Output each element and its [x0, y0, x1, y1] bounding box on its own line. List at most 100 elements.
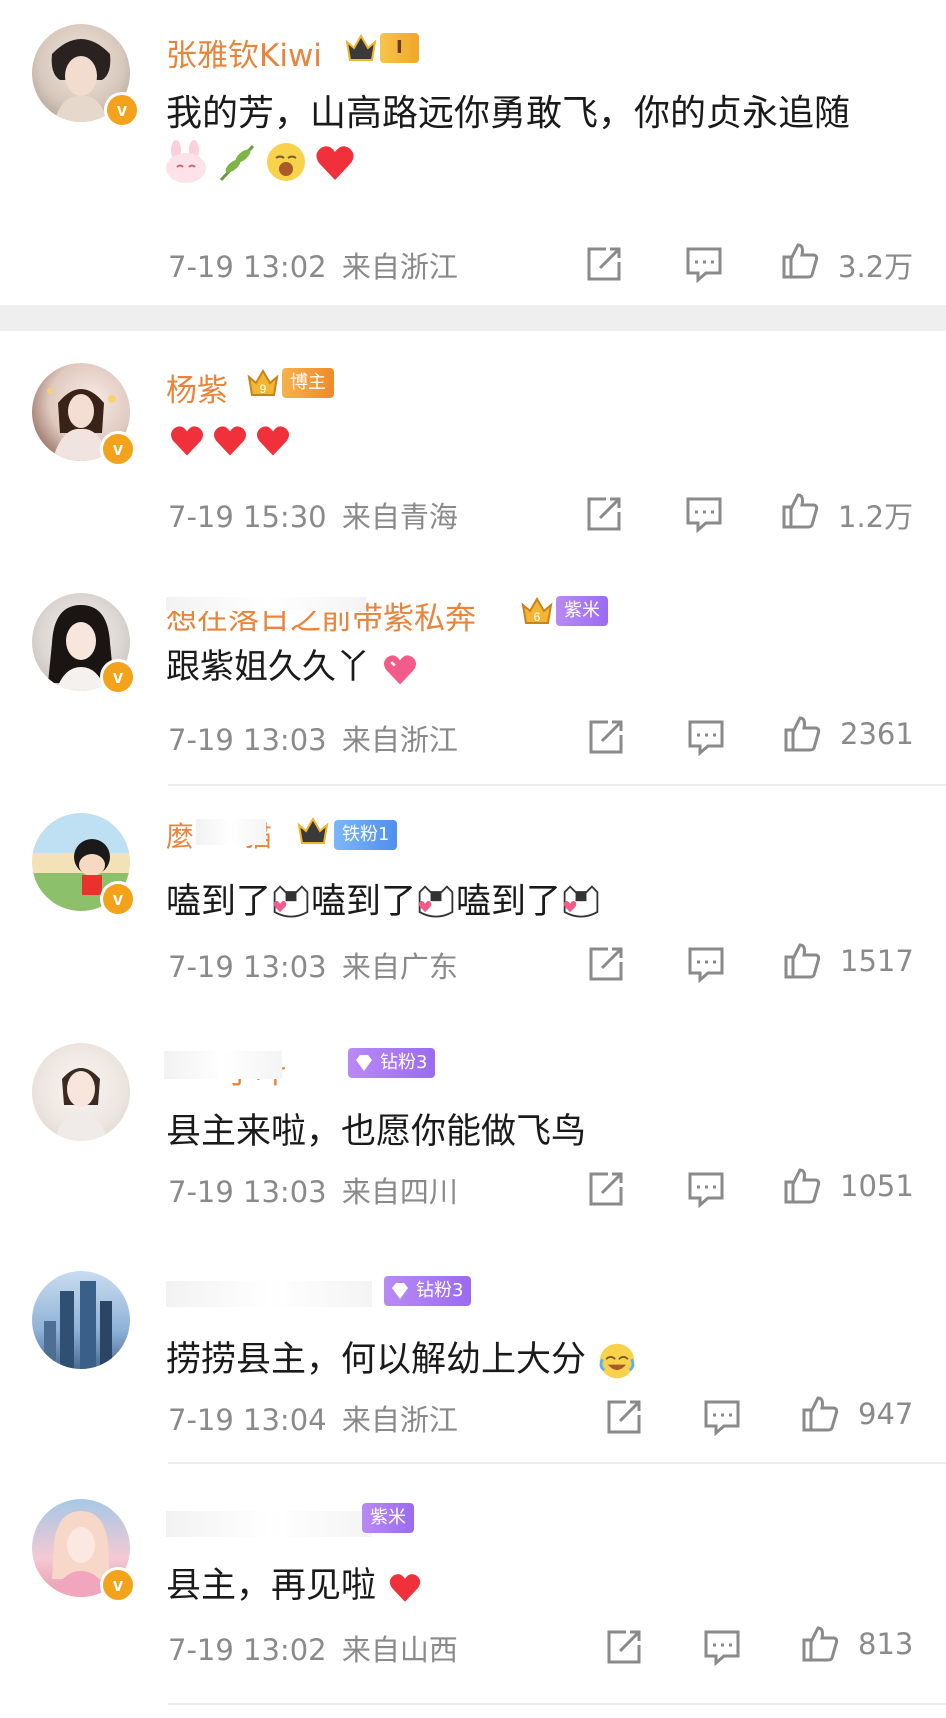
- like-count: 813: [858, 1627, 914, 1661]
- like-count: 1051: [840, 1169, 914, 1203]
- reply-icon[interactable]: [684, 244, 724, 284]
- blur-overlay: [196, 819, 266, 845]
- location: 来自浙江: [341, 723, 458, 757]
- comment-meta: 7-19 13:02 来自山西: [168, 1627, 458, 1669]
- comment-text: 县主，再见啦: [166, 1557, 423, 1608]
- heart-emoji-icon: [214, 426, 247, 456]
- share-icon[interactable]: [586, 1169, 626, 1209]
- yawn-emoji-icon: [267, 143, 306, 181]
- verified-v-icon: v: [104, 92, 140, 128]
- level-number: 9: [260, 382, 267, 396]
- location: 来自广东: [341, 950, 458, 984]
- crown-icon: 9: [247, 369, 279, 396]
- avatar[interactable]: [32, 1043, 130, 1141]
- reply-icon[interactable]: [702, 1627, 742, 1667]
- like-icon[interactable]: [780, 490, 820, 530]
- comment-item: 子叶 钻粉3 县主来啦，也愿你能做飞鸟 7-19 13:03 来自四川 1051: [0, 1011, 946, 1239]
- leaf-emoji-icon: [220, 144, 255, 182]
- reply-icon[interactable]: [686, 944, 726, 984]
- fan-badge: 紫米: [362, 1503, 414, 1533]
- location: 来自山西: [341, 1633, 458, 1667]
- avatar-image: [54, 1068, 108, 1141]
- comment-meta: 7-19 13:03 来自四川: [168, 1169, 458, 1211]
- reply-icon[interactable]: [684, 494, 724, 534]
- fan-badge: 铁粉1: [334, 820, 398, 850]
- crying-laugh-emoji-icon: [599, 1343, 635, 1379]
- like-count: 1.2万: [838, 500, 914, 534]
- location: 来自青海: [341, 500, 458, 534]
- comment-item: v 张雅钦Kiwi I 我的芳，山高路远你勇敢飞，你的贞永追随 7-19 13:…: [0, 0, 946, 305]
- timestamp: 7-19 13:03: [168, 950, 327, 984]
- blur-overlay: [166, 597, 366, 611]
- timestamp: 7-19 13:03: [168, 1175, 327, 1209]
- comment-item: v 麼猫 铁粉1 嗑到了嗑到了嗑到了 7-19 13:03 来自广东 1517: [0, 785, 946, 1011]
- comment-text: 县主来啦，也愿你能做飞鸟: [166, 1112, 587, 1152]
- timestamp: 7-19 13:02: [168, 250, 327, 284]
- crown-icon: 6: [521, 597, 553, 624]
- avatar-image: [44, 1281, 112, 1369]
- crown-icon: [345, 34, 377, 61]
- location: 来自四川: [341, 1175, 458, 1209]
- like-count: 1517: [840, 944, 914, 978]
- like-icon[interactable]: [782, 713, 822, 753]
- reply-icon[interactable]: [702, 1397, 742, 1437]
- verified-v-icon: v: [100, 431, 136, 467]
- like-icon[interactable]: [800, 1393, 840, 1433]
- heart-emoji-icon: [316, 146, 354, 180]
- heart-gift-emoji-icon: [383, 654, 416, 685]
- timestamp: 7-19 13:03: [168, 723, 327, 757]
- like-icon[interactable]: [782, 1165, 822, 1205]
- emoji-row: [162, 140, 357, 184]
- cat-heart-emoji-icon: [418, 885, 454, 918]
- timestamp: 7-19 13:04: [168, 1403, 327, 1437]
- location: 来自浙江: [341, 250, 458, 284]
- like-count: 2361: [840, 717, 914, 751]
- row-divider: [168, 1703, 946, 1705]
- like-count: 947: [858, 1397, 914, 1431]
- blur-overlay: [166, 1511, 372, 1537]
- location: 来自浙江: [341, 1403, 458, 1437]
- timestamp: 7-19 13:02: [168, 1633, 327, 1667]
- share-icon[interactable]: [586, 944, 626, 984]
- diamond-icon: [392, 1283, 408, 1299]
- fan-badge: 钻粉3: [348, 1048, 436, 1078]
- reply-icon[interactable]: [686, 717, 726, 757]
- comment-item: v 想在落日之前带紫私奔 6 紫米 跟紫姐久久丫 7-19 13:03 来自浙江…: [0, 575, 946, 786]
- heart-emoji-icon: [257, 426, 290, 456]
- comment-item: v 杨紫 9 博主 7-19 15:30 来自青海 1.2万: [0, 331, 946, 534]
- comment-item: v 紫米 县主，再见啦 7-19 13:02 来自山西 813: [0, 1463, 946, 1718]
- comment-text: 捞捞县主，何以解幼上大分: [166, 1331, 637, 1382]
- reply-icon[interactable]: [686, 1169, 726, 1209]
- level-number: 6: [534, 610, 541, 624]
- verified-v-icon: v: [100, 1567, 136, 1603]
- like-icon[interactable]: [780, 240, 820, 280]
- avatar[interactable]: [32, 1271, 130, 1369]
- timestamp: 7-19 15:30: [168, 500, 327, 534]
- emoji-row: [168, 421, 292, 465]
- level-badge: I: [380, 33, 419, 63]
- blogger-badge: 博主: [282, 368, 334, 398]
- comment-meta: 7-19 13:04 来自浙江: [168, 1397, 458, 1439]
- comment-feed: v 张雅钦Kiwi I 我的芳，山高路远你勇敢飞，你的贞永追随 7-19 13:…: [0, 0, 946, 1718]
- comment-meta: 7-19 13:03 来自广东: [168, 944, 458, 986]
- like-icon[interactable]: [800, 1623, 840, 1663]
- share-icon[interactable]: [604, 1397, 644, 1437]
- blur-overlay: [164, 1051, 282, 1079]
- comment-text: 跟紫姐久久丫: [166, 639, 419, 688]
- fan-badge: 钻粉3: [384, 1276, 472, 1306]
- username[interactable]: 杨紫: [166, 365, 228, 410]
- comment-meta: 7-19 15:30 来自青海: [168, 494, 458, 536]
- heart-emoji-icon: [170, 426, 204, 456]
- like-icon[interactable]: [782, 940, 822, 980]
- heart-emoji-icon: [389, 1574, 421, 1602]
- comment-item: 钻粉3 捞捞县主，何以解幼上大分 7-19 13:04 来自浙江 947: [0, 1239, 946, 1464]
- username[interactable]: 张雅钦Kiwi: [166, 30, 322, 75]
- share-icon[interactable]: [604, 1627, 644, 1667]
- section-separator: [0, 305, 946, 331]
- cat-heart-emoji-icon: [563, 885, 599, 918]
- verified-v-icon: v: [100, 659, 136, 695]
- share-icon[interactable]: [586, 717, 626, 757]
- share-icon[interactable]: [584, 494, 624, 534]
- share-icon[interactable]: [584, 244, 624, 284]
- diamond-icon: [356, 1055, 372, 1071]
